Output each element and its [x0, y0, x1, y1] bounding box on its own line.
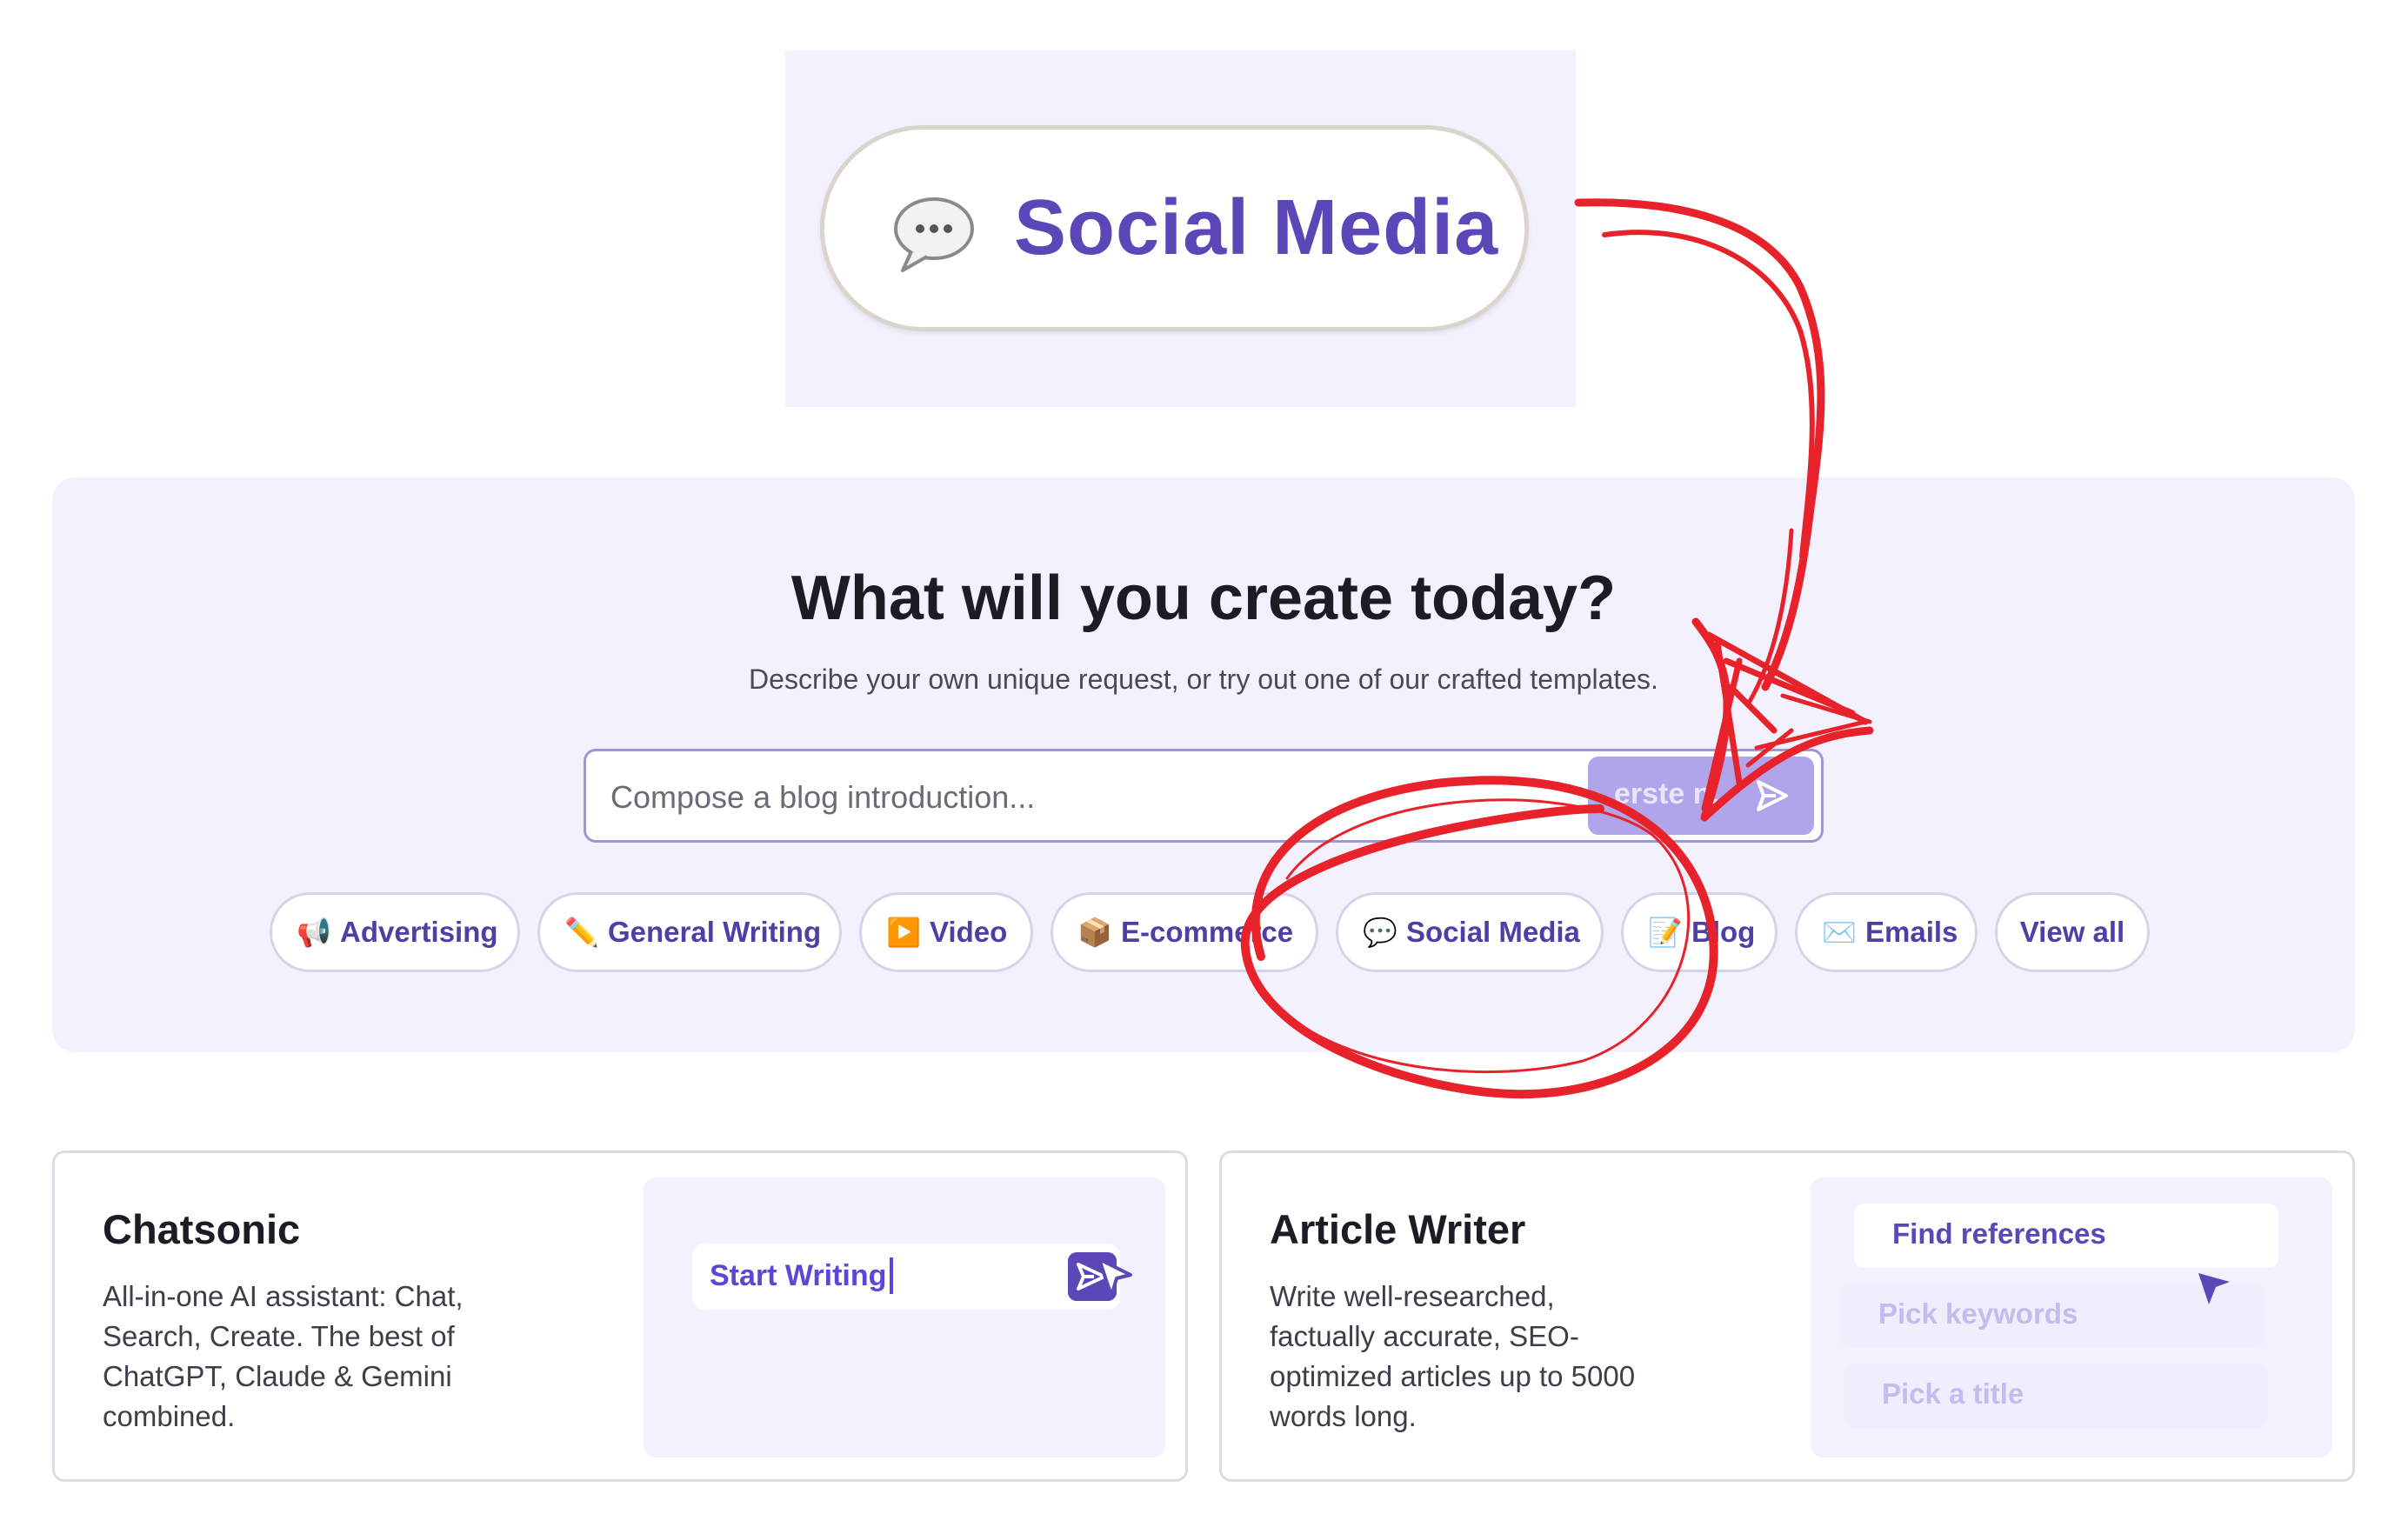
description-line: All-in-one AI assistant: Chat,: [103, 1280, 464, 1312]
article-writer-title: Article Writer: [1270, 1206, 1526, 1252]
create-panel: What will you create today? Describe you…: [52, 477, 2355, 1052]
start-writing-text: Start Writing: [710, 1259, 887, 1292]
description-line: combined.: [103, 1400, 236, 1432]
chip-emails[interactable]: ✉️ Emails: [1795, 892, 1978, 972]
speech-bubble-icon: 💬: [1363, 917, 1397, 948]
chip-e-commerce[interactable]: 📦 E-commerce: [1051, 892, 1318, 972]
page-title: What will you create today?: [790, 564, 1617, 633]
text-caret: [890, 1257, 893, 1294]
cursor-arrow-icon: [1097, 1257, 1132, 1297]
description-line: optimized articles up to 5000: [1270, 1360, 1636, 1392]
chatsonic-title: Chatsonic: [103, 1206, 301, 1252]
megaphone-icon: 📢: [297, 917, 331, 948]
pencil-icon: ✏️: [564, 917, 599, 948]
memo-icon: 📝: [1648, 917, 1683, 948]
zoomed-chip-label: Social Media: [1014, 184, 1499, 271]
chip-label: Advertising: [340, 916, 498, 948]
send-button[interactable]: erste n.: [1588, 757, 1814, 835]
cursor-arrow-icon: [2198, 1273, 2230, 1304]
chip-label: Social Media: [1406, 916, 1580, 948]
description-line: Search, Create. The best of: [103, 1320, 455, 1352]
chatsonic-preview: Start Writing: [644, 1177, 1165, 1457]
prompt-input[interactable]: [609, 770, 1499, 824]
package-icon: 📦: [1077, 917, 1112, 948]
chip-label: Blog: [1691, 916, 1756, 948]
description-line: factually accurate, SEO-: [1270, 1320, 1579, 1352]
envelope-icon: ✉️: [1822, 917, 1857, 948]
article-writer-card[interactable]: Article Writer Write well-researched, fa…: [1219, 1150, 2355, 1482]
chip-blog[interactable]: 📝 Blog: [1621, 892, 1778, 972]
speech-bubble-icon: [894, 197, 974, 272]
description-line: words long.: [1270, 1400, 1417, 1432]
pick-a-title-item: Pick a title: [1844, 1364, 2268, 1428]
chatsonic-card[interactable]: Chatsonic All-in-one AI assistant: Chat,…: [52, 1150, 1188, 1482]
chip-label: E-commerce: [1121, 916, 1294, 948]
chip-general-writing[interactable]: ✏️ General Writing: [537, 892, 842, 972]
prompt-box: erste n.: [584, 749, 1824, 843]
zoomed-social-media-chip[interactable]: Social Media: [820, 125, 1529, 331]
page-subtitle: Describe your own unique request, or try…: [749, 664, 1658, 695]
chip-label: Emails: [1865, 916, 1958, 948]
chip-label: General Writing: [608, 916, 822, 948]
start-writing-field: Start Writing: [692, 1244, 1132, 1310]
chip-advertising[interactable]: 📢 Advertising: [270, 892, 520, 972]
send-button-label: erste n.: [1614, 777, 1719, 810]
chip-label: View all: [2019, 916, 2125, 948]
chip-label: Video: [930, 916, 1008, 948]
play-icon: ▶️: [886, 917, 921, 948]
chip-video[interactable]: ▶️ Video: [859, 892, 1033, 972]
zoom-callout: Social Media: [785, 50, 1576, 407]
chip-view-all[interactable]: View all: [1995, 892, 2150, 972]
chip-social-media[interactable]: 💬 Social Media: [1336, 892, 1604, 972]
send-icon: [1757, 780, 1788, 811]
find-references-item: Find references: [1854, 1204, 2278, 1268]
chatsonic-description: All-in-one AI assistant: Chat, Search, C…: [103, 1277, 464, 1437]
description-line: ChatGPT, Claude & Gemini: [103, 1360, 452, 1392]
article-writer-preview: Find references Pick keywords Pick a tit…: [1811, 1177, 2332, 1457]
description-line: Write well-researched,: [1270, 1280, 1555, 1312]
article-writer-description: Write well-researched, factually accurat…: [1270, 1277, 1635, 1437]
